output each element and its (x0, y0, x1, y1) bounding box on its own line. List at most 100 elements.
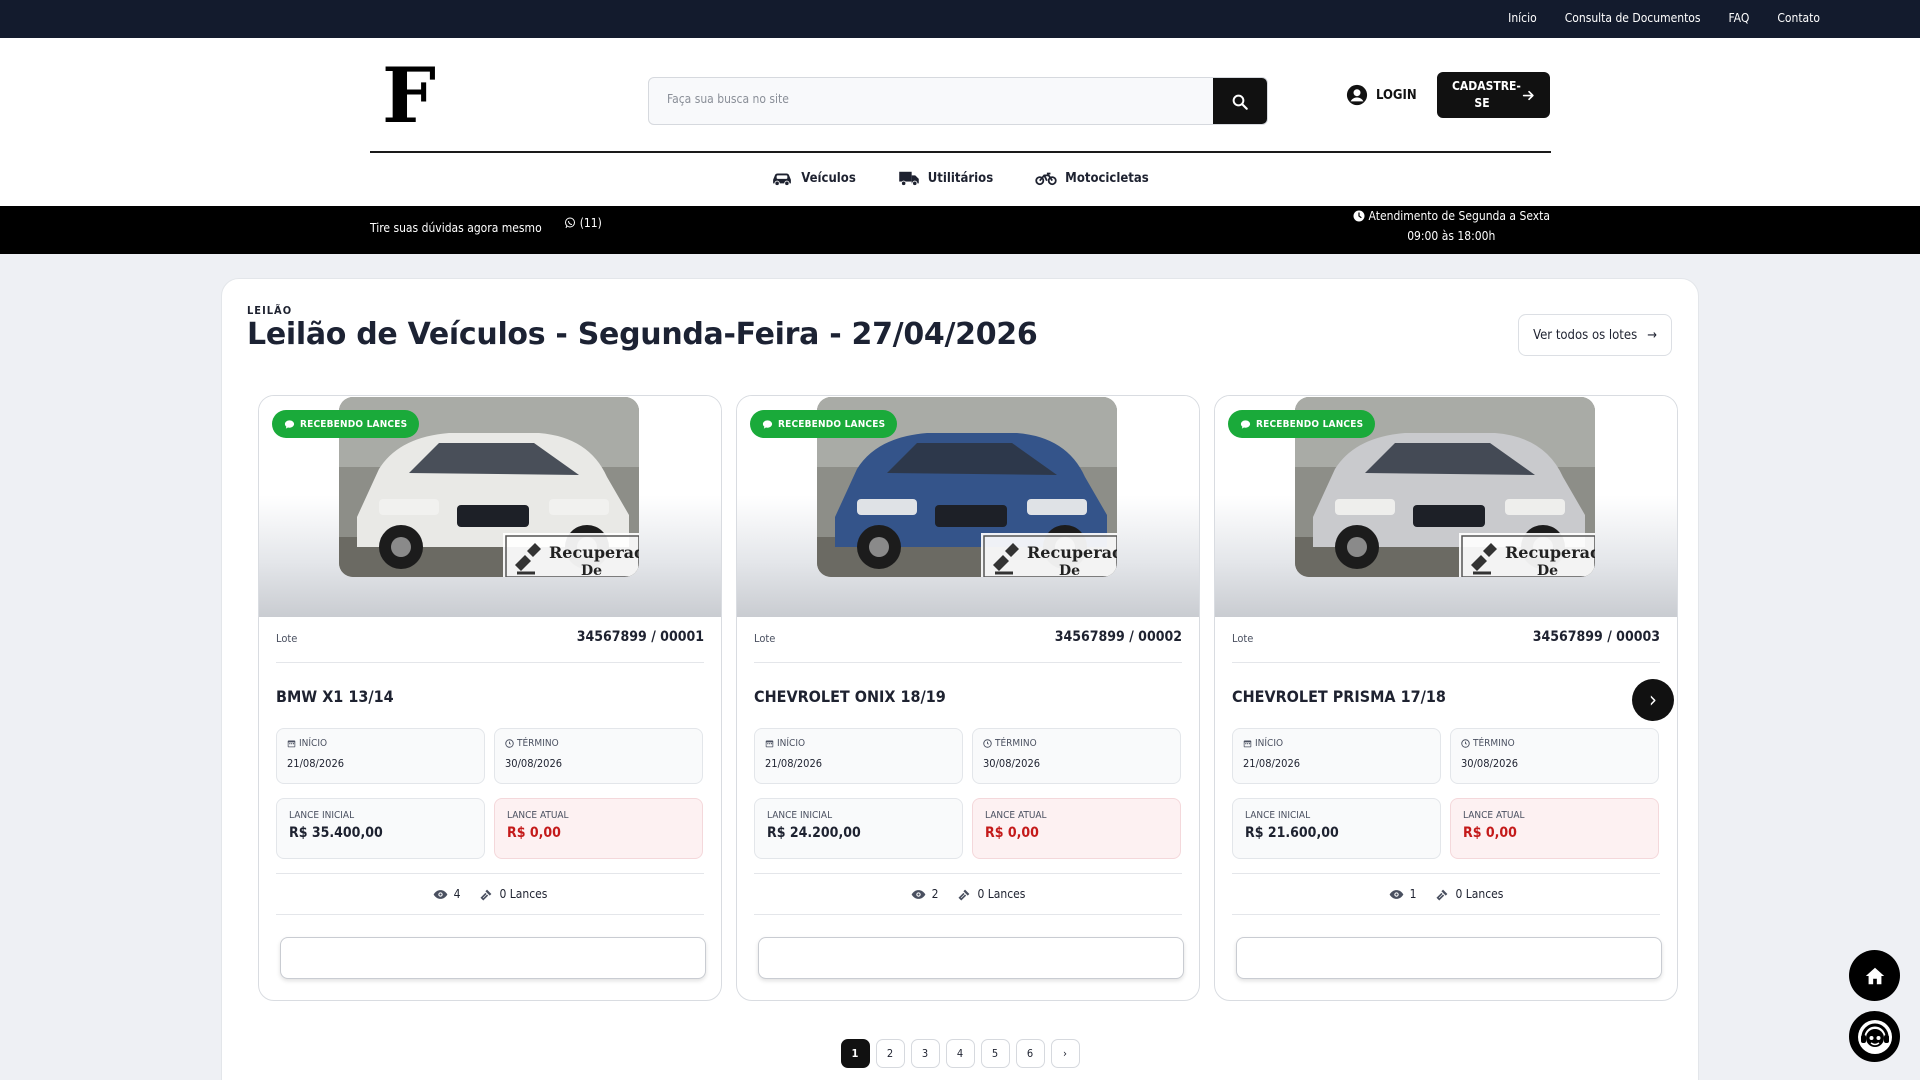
initial-bid-label: LANCE INICIAL (289, 810, 355, 821)
lot-stats: 1 0 Lances (1232, 873, 1660, 915)
page-6-button[interactable]: 6 (1015, 1039, 1045, 1068)
watermark-line1: Recuperado (1505, 543, 1595, 562)
auction-kicker: LEILÃO (247, 304, 293, 317)
watermark-line2: De (1059, 563, 1081, 577)
start-date-box: INÍCIO 21/08/2026 (1232, 728, 1441, 784)
lot-number: 34567899 / 00002 (1054, 629, 1182, 645)
end-date-box: TÉRMINO 30/08/2026 (494, 728, 703, 784)
bid-action-button[interactable] (758, 937, 1184, 979)
arrow-right-icon (1522, 90, 1534, 100)
page-2-button[interactable]: 2 (875, 1039, 905, 1068)
category-utilitarios[interactable]: Utilitários (898, 170, 993, 186)
current-bid-label: LANCE ATUAL (1463, 810, 1525, 821)
page-5-button[interactable]: 5 (980, 1039, 1010, 1068)
start-label: INÍCIO (777, 738, 806, 749)
whatsapp-icon (564, 217, 575, 229)
chat-bubble-icon (284, 419, 295, 429)
service-hours: Atendimento de Segunda a Sexta 09:00 às … (1353, 206, 1550, 246)
top-nav-link-documentos[interactable]: Consulta de Documentos (1565, 11, 1701, 25)
home-fab[interactable] (1849, 950, 1900, 1001)
view-count: 4 (453, 887, 461, 901)
end-label: TÉRMINO (517, 738, 559, 749)
calendar-icon (287, 740, 296, 748)
end-date: 30/08/2026 (505, 757, 563, 770)
category-veiculos[interactable]: Veículos (771, 170, 856, 186)
start-date: 21/08/2026 (765, 757, 823, 770)
start-date: 21/08/2026 (287, 757, 345, 770)
category-label: Motocicletas (1065, 170, 1149, 186)
login-button[interactable]: LOGIN (1346, 84, 1417, 106)
start-date-box: INÍCIO 21/08/2026 (754, 728, 963, 784)
end-date: 30/08/2026 (1461, 757, 1519, 770)
page-3-button[interactable]: 3 (910, 1039, 940, 1068)
status-badge: RECEBENDO LANCES (1228, 410, 1376, 438)
end-date: 30/08/2026 (983, 757, 1041, 770)
top-bar: Início Consulta de Documentos FAQ Contat… (0, 0, 1920, 38)
vehicle-name[interactable]: BMW X1 13/14 (276, 687, 394, 706)
chat-bubble-icon (1240, 419, 1251, 429)
bid-count: 0 Lances (1455, 887, 1504, 901)
carousel-next-button[interactable]: › (1632, 679, 1674, 721)
search-input[interactable] (667, 92, 1187, 106)
header-divider (370, 151, 1551, 153)
start-date-box: INÍCIO 21/08/2026 (276, 728, 485, 784)
clock-icon (983, 739, 992, 748)
lot-image-area: Recuperado De RECEBENDO LANCES (1215, 396, 1677, 617)
current-bid-value: R$ 0,00 (507, 825, 561, 841)
lot-card-3[interactable]: Recuperado De RECEBENDO LANCES Lote 3456… (1214, 395, 1678, 1001)
site-logo[interactable]: F (382, 58, 436, 134)
end-label: TÉRMINO (995, 738, 1037, 749)
top-nav-link-faq[interactable]: FAQ (1729, 11, 1750, 25)
arrow-right-icon: → (1647, 327, 1657, 343)
gavel-icon (1436, 889, 1448, 901)
watermark-line1: Recuperado (1027, 543, 1117, 562)
search-icon (1232, 94, 1248, 110)
view-all-lots-button[interactable]: Ver todos os lotes → (1518, 314, 1672, 356)
category-motocicletas[interactable]: Motocicletas (1035, 170, 1149, 186)
lot-stats: 2 0 Lances (754, 873, 1182, 915)
clock-icon (1461, 739, 1470, 748)
initial-bid-box: LANCE INICIAL R$ 24.200,00 (754, 798, 963, 859)
page-4-button[interactable]: 4 (945, 1039, 975, 1068)
signup-button[interactable]: CADASTRE-SE (1437, 72, 1550, 118)
truck-icon (899, 171, 919, 186)
support-fab[interactable] (1849, 1011, 1900, 1062)
current-bid-value: R$ 0,00 (985, 825, 1039, 841)
bid-action-button[interactable] (280, 937, 706, 979)
current-bid-label: LANCE ATUAL (985, 810, 1047, 821)
eye-icon (433, 889, 447, 899)
status-label: RECEBENDO LANCES (300, 418, 408, 430)
initial-bid-label: LANCE INICIAL (1245, 810, 1311, 821)
vehicle-name[interactable]: CHEVROLET ONIX 18/19 (754, 687, 946, 706)
lot-label: Lote (754, 632, 776, 645)
lot-label: Lote (1232, 632, 1254, 645)
current-bid-box: LANCE ATUAL R$ 0,00 (972, 798, 1181, 859)
lot-card-1[interactable]: Recuperado De RECEBENDO LANCES Lote 3456… (258, 395, 722, 1001)
eye-icon (911, 889, 925, 899)
signup-label: CADASTRE-SE (1452, 79, 1521, 110)
top-nav: Início Consulta de Documentos FAQ Contat… (1508, 11, 1820, 25)
clock-icon (505, 739, 514, 748)
current-bid-value: R$ 0,00 (1463, 825, 1517, 841)
vehicle-name[interactable]: CHEVROLET PRISMA 17/18 (1232, 687, 1446, 706)
bid-action-button[interactable] (1236, 937, 1662, 979)
initial-bid-value: R$ 21.600,00 (1245, 825, 1339, 841)
page-1-button[interactable]: 1 (840, 1039, 870, 1068)
lot-card-2[interactable]: Recuperado De RECEBENDO LANCES Lote 3456… (736, 395, 1200, 1001)
calendar-icon (765, 740, 774, 748)
top-nav-link-contato[interactable]: Contato (1777, 11, 1820, 25)
gavel-icon (480, 889, 492, 901)
next-page-button[interactable]: › (1050, 1039, 1080, 1068)
whatsapp-link[interactable]: (11) (564, 216, 602, 230)
support-agent-icon (1857, 1019, 1892, 1054)
bid-count: 0 Lances (977, 887, 1026, 901)
initial-bid-label: LANCE INICIAL (767, 810, 833, 821)
status-label: RECEBENDO LANCES (778, 418, 886, 430)
user-circle-icon (1346, 84, 1368, 106)
lot-stats: 4 0 Lances (276, 873, 704, 915)
lot-image-area: Recuperado De RECEBENDO LANCES (259, 396, 721, 617)
view-all-label: Ver todos os lotes (1533, 327, 1638, 343)
search-button[interactable] (1213, 78, 1267, 124)
top-nav-link-inicio[interactable]: Início (1508, 11, 1537, 25)
lot-number: 34567899 / 00003 (1532, 629, 1660, 645)
